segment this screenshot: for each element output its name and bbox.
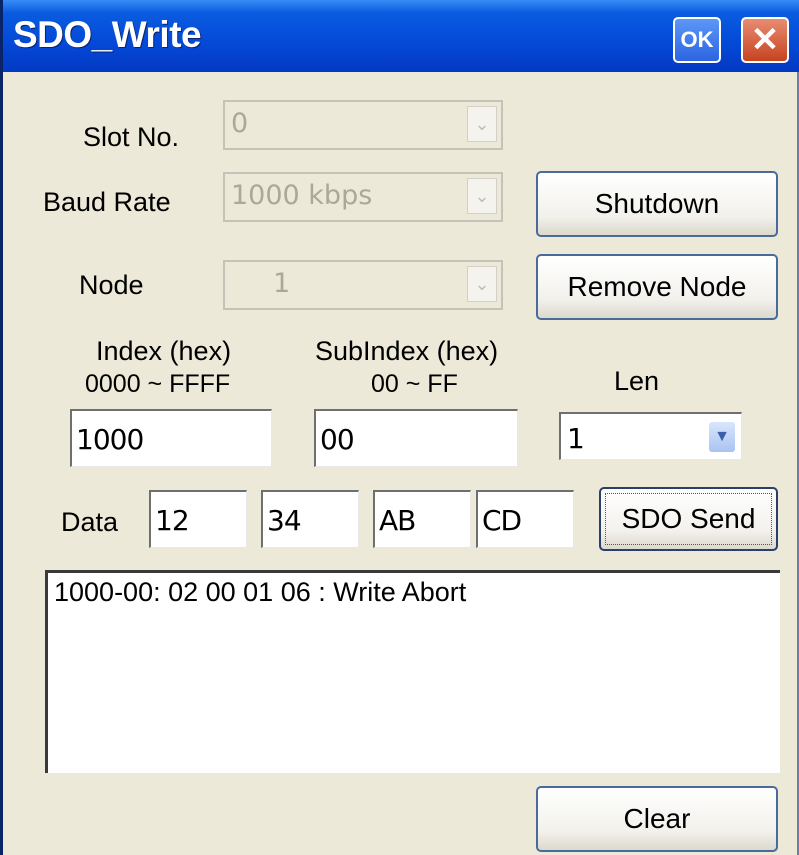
- log-output[interactable]: 1000-00: 02 00 01 06 : Write Abort: [45, 570, 780, 773]
- node-label: Node: [79, 270, 144, 300]
- subindex-range-label: 00 ~ FF: [371, 370, 458, 398]
- data-label: Data: [61, 507, 119, 537]
- node-select[interactable]: 1 ⌄: [223, 260, 503, 310]
- sdo-write-dialog: SDO_Write OK ✕ Slot No. 0 ⌄ Baud Rate 10…: [0, 0, 799, 855]
- remove-node-button[interactable]: Remove Node: [536, 254, 778, 320]
- chevron-down-icon: ⌄: [467, 178, 497, 214]
- baud-rate-value: 1000 kbps: [231, 180, 373, 211]
- index-input[interactable]: 1000: [70, 409, 272, 467]
- slot-label: Slot No.: [83, 122, 180, 152]
- log-line: 1000-00: 02 00 01 06 : Write Abort: [54, 577, 467, 607]
- baud-rate-label: Baud Rate: [43, 187, 171, 217]
- slot-select[interactable]: 0 ⌄: [223, 100, 503, 150]
- title-bar[interactable]: SDO_Write OK ✕: [3, 0, 799, 72]
- close-button[interactable]: ✕: [741, 17, 789, 63]
- len-label: Len: [614, 366, 660, 396]
- len-value: 1: [567, 422, 585, 455]
- ok-button[interactable]: OK: [673, 17, 721, 63]
- chevron-down-icon: ⌄: [467, 106, 497, 142]
- node-value: 1: [273, 268, 291, 299]
- data-byte-1-input[interactable]: 12: [149, 490, 247, 548]
- close-icon: ✕: [750, 21, 780, 59]
- data-byte-3-input[interactable]: AB: [373, 490, 471, 548]
- clear-button[interactable]: Clear: [536, 786, 778, 852]
- index-range-label: 0000 ~ FFFF: [85, 370, 231, 398]
- sdo-send-button[interactable]: SDO Send: [599, 487, 778, 551]
- subindex-label: SubIndex (hex): [315, 336, 499, 366]
- data-byte-4-input[interactable]: CD: [476, 490, 574, 548]
- window-title: SDO_Write: [13, 14, 202, 55]
- data-byte-2-input[interactable]: 34: [261, 490, 359, 548]
- chevron-down-icon: ▼: [709, 422, 735, 452]
- baud-rate-select[interactable]: 1000 kbps ⌄: [223, 172, 503, 222]
- len-select[interactable]: 1 ▼: [559, 412, 742, 460]
- shutdown-button[interactable]: Shutdown: [536, 171, 778, 237]
- chevron-down-icon: ⌄: [467, 266, 497, 302]
- subindex-input[interactable]: 00: [314, 409, 518, 467]
- index-label: Index (hex): [96, 336, 232, 366]
- slot-value: 0: [231, 108, 249, 139]
